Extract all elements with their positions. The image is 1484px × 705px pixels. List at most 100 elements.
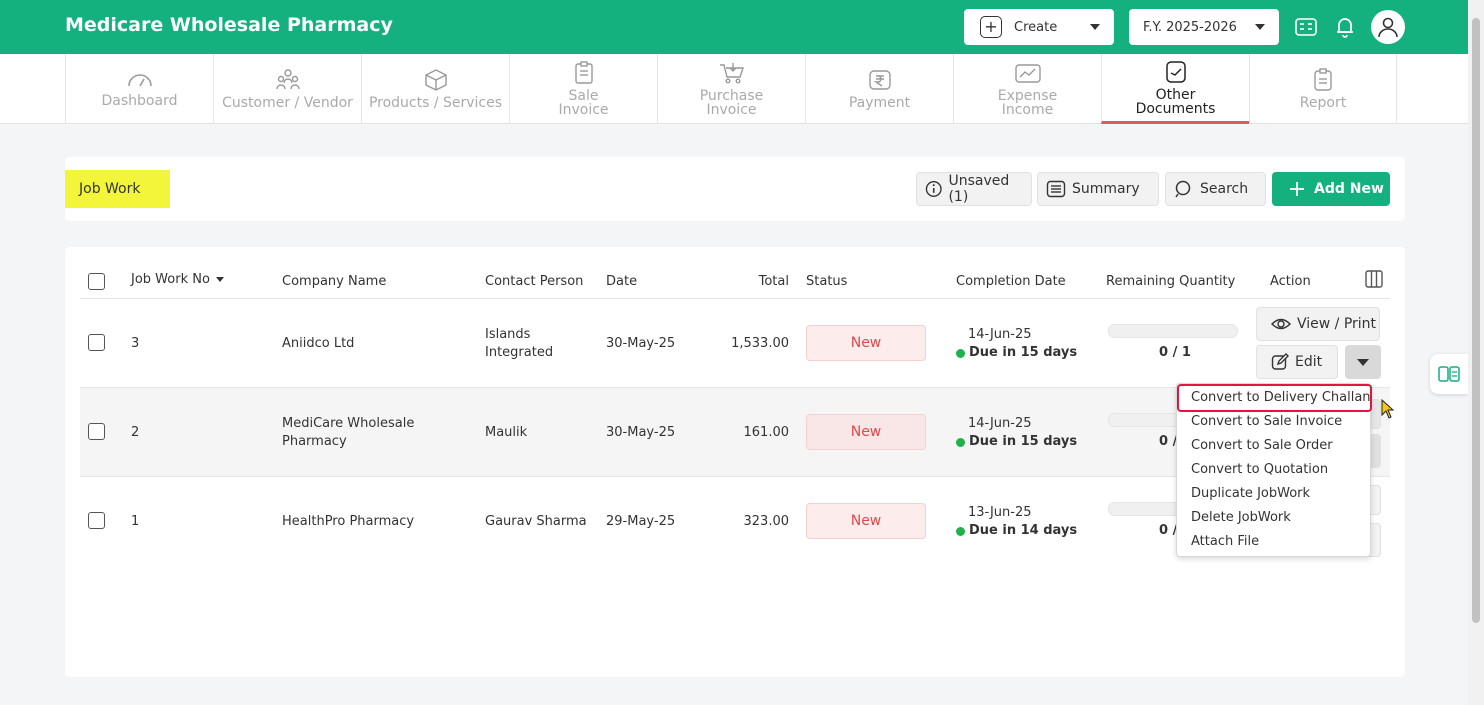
main-nav: Dashboard Customer / Vendor Products / S… — [0, 54, 1468, 124]
document-icon — [1165, 60, 1186, 83]
column-completion-date: Completion Date — [956, 274, 1066, 289]
nav-sale-invoice[interactable]: Sale Invoice — [509, 54, 657, 124]
list-icon — [1046, 180, 1066, 198]
calculator-icon[interactable] — [1293, 14, 1319, 40]
summary-button[interactable]: Summary — [1037, 172, 1159, 206]
nav-dashboard[interactable]: Dashboard — [65, 54, 213, 124]
menu-item-convert-delivery-challan[interactable]: Convert to Delivery Challan — [1191, 390, 1371, 405]
plus-icon: + — [980, 16, 1002, 38]
column-job-work-no[interactable]: Job Work No — [131, 272, 224, 287]
rupee-icon — [868, 70, 891, 90]
completion-date: 14-Jun-25 Due in 15 days — [956, 415, 1077, 451]
completion-date: 14-Jun-25 Due in 15 days — [956, 326, 1077, 362]
job-work-no: 2 — [131, 425, 140, 440]
nav-report[interactable]: Report — [1249, 54, 1397, 124]
menu-item-convert-sale-invoice[interactable]: Convert to Sale Invoice — [1191, 414, 1342, 429]
sort-down-icon — [215, 277, 224, 282]
caret-down-icon — [1357, 358, 1369, 366]
menu-item-convert-quotation[interactable]: Convert to Quotation — [1191, 462, 1328, 477]
cart-icon — [719, 63, 744, 84]
status-dot-icon — [956, 526, 965, 536]
completion-date: 13-Jun-25 Due in 14 days — [956, 504, 1077, 540]
select-all-checkbox[interactable] — [88, 273, 105, 290]
box-icon — [424, 69, 447, 91]
column-status: Status — [806, 274, 848, 289]
company-name: Aniidco Ltd — [282, 336, 355, 351]
bell-icon[interactable] — [1332, 14, 1358, 40]
unsaved-button[interactable]: Unsaved (1) — [916, 172, 1032, 206]
eye-icon — [1271, 318, 1291, 330]
nav-products-services[interactable]: Products / Services — [361, 54, 509, 124]
user-icon — [1378, 17, 1398, 38]
chevron-down-icon — [1090, 24, 1100, 30]
action-menu: Convert to Delivery Challan Convert to S… — [1176, 383, 1372, 557]
company-name: MediCare Wholesale Pharmacy — [282, 416, 415, 449]
company-name: HealthPro Pharmacy — [282, 514, 415, 529]
column-action: Action — [1270, 274, 1311, 289]
column-date: Date — [606, 274, 638, 289]
table-row[interactable]: 3 Aniidco Ltd Islands Integrated 30-May-2… — [80, 298, 1390, 387]
row-checkbox[interactable] — [88, 423, 105, 440]
side-widget-button[interactable] — [1430, 354, 1468, 394]
job-work-no: 1 — [131, 514, 140, 529]
search-button[interactable]: Search — [1165, 172, 1266, 206]
column-remaining-quantity: Remaining Quantity — [1106, 274, 1236, 289]
column-company-name: Company Name — [282, 274, 387, 289]
columns-toggle-icon[interactable] — [1365, 270, 1383, 292]
nav-payment[interactable]: Payment — [805, 54, 953, 124]
chat-icon — [1438, 366, 1460, 382]
mouse-cursor-icon — [1381, 398, 1395, 423]
status-badge: New — [806, 503, 926, 539]
remaining-quantity: 0 / 1 — [1159, 345, 1191, 360]
row-checkbox[interactable] — [88, 334, 105, 351]
users-icon — [275, 69, 300, 90]
nav-customer-vendor[interactable]: Customer / Vendor — [213, 54, 361, 124]
edit-button[interactable]: Edit — [1256, 345, 1338, 379]
menu-item-delete-jobwork[interactable]: Delete JobWork — [1191, 510, 1291, 525]
date: 30-May-25 — [606, 425, 676, 440]
create-dropdown[interactable]: + Create — [964, 9, 1114, 45]
gauge-icon — [127, 74, 152, 87]
user-avatar[interactable] — [1371, 10, 1405, 44]
page-scrollbar[interactable] — [1468, 0, 1484, 705]
menu-item-convert-sale-order[interactable]: Convert to Sale Order — [1191, 438, 1333, 453]
invoice-icon — [574, 61, 593, 84]
contact-person: Islands Integrated — [485, 327, 554, 360]
scrollbar-thumb[interactable] — [1472, 18, 1480, 623]
job-work-no: 3 — [131, 336, 140, 351]
date: 30-May-25 — [606, 336, 676, 351]
status-dot-icon — [956, 437, 965, 447]
create-label: Create — [1014, 19, 1058, 35]
remaining-progress-bar — [1108, 324, 1238, 338]
report-icon — [1314, 68, 1332, 91]
app-title: Medicare Wholesale Pharmacy — [65, 14, 393, 36]
chevron-down-icon — [1255, 24, 1265, 30]
page-title: Job Work — [65, 170, 170, 208]
add-new-button[interactable]: Add New — [1272, 172, 1390, 206]
nav-expense-income[interactable]: Expense Income — [953, 54, 1101, 124]
status-badge: New — [806, 414, 926, 450]
remaining-quantity: 0 / — [1159, 434, 1178, 449]
view-print-button[interactable]: View / Print — [1256, 307, 1380, 341]
info-icon — [925, 181, 942, 197]
plus-icon — [1290, 182, 1304, 196]
status-badge: New — [806, 325, 926, 361]
wallet-icon — [1014, 64, 1041, 83]
menu-item-attach-file[interactable]: Attach File — [1191, 534, 1259, 549]
column-total: Total — [758, 274, 789, 289]
fiscal-year-label: F.Y. 2025-2026 — [1143, 19, 1237, 35]
nav-other-documents[interactable]: Other Documents — [1101, 54, 1249, 124]
row-checkbox[interactable] — [88, 512, 105, 529]
column-contact-person: Contact Person — [485, 274, 584, 289]
action-dropdown-button[interactable] — [1345, 345, 1381, 379]
top-bar: Medicare Wholesale Pharmacy + Create F.Y… — [0, 0, 1468, 54]
nav-purchase-invoice[interactable]: Purchase Invoice — [657, 54, 805, 124]
menu-item-duplicate-jobwork[interactable]: Duplicate JobWork — [1191, 486, 1310, 501]
date: 29-May-25 — [606, 514, 676, 529]
contact-person: Gaurav Sharma — [485, 514, 587, 529]
status-dot-icon — [956, 348, 965, 358]
fiscal-year-select[interactable]: F.Y. 2025-2026 — [1129, 9, 1279, 45]
total: 161.00 — [743, 425, 790, 440]
page-header: Job Work Unsaved (1) Summary Search Add … — [65, 157, 1405, 221]
total: 1,533.00 — [731, 336, 789, 351]
